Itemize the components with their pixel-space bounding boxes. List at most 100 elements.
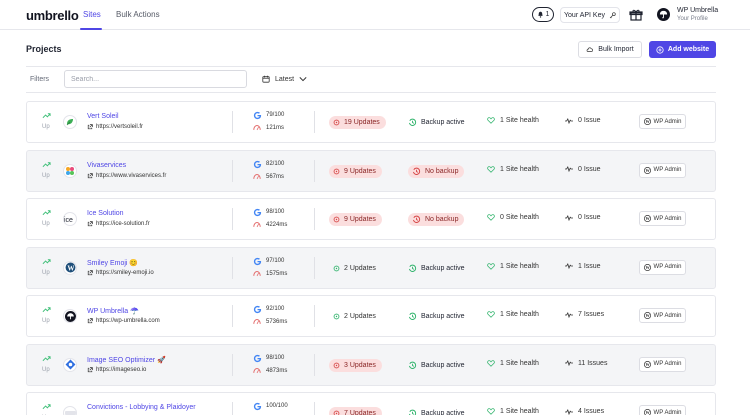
backup-status[interactable]: Backup active: [408, 310, 471, 323]
updates-badge[interactable]: 9 Updates: [329, 164, 382, 178]
updates-badge[interactable]: 2 Updates: [329, 262, 382, 275]
backup-status[interactable]: Backup active: [408, 359, 471, 372]
site-row[interactable]: Up ice Ice Solution https://ice-solution.fr…: [26, 198, 716, 240]
site-health[interactable]: 1 Site health: [487, 311, 539, 318]
backup-status[interactable]: No backup: [408, 213, 465, 226]
profile-name[interactable]: WP Umbrella: [677, 7, 718, 14]
wp-admin-label: WP Admin: [653, 312, 682, 319]
add-website-button[interactable]: Add website: [649, 41, 716, 58]
colorful-logo-icon: [65, 166, 75, 176]
issues-count[interactable]: 7 Issues: [565, 311, 604, 318]
column-divider: [232, 256, 233, 279]
profile-avatar[interactable]: [657, 8, 670, 21]
issues-count[interactable]: 0 Issue: [565, 166, 601, 173]
heart-icon: [487, 117, 495, 124]
gauge-icon: [253, 125, 261, 131]
updates-count: 2 Updates: [344, 313, 376, 320]
gift-icon[interactable]: [629, 9, 643, 21]
backup-status[interactable]: Backup active: [408, 407, 471, 415]
issues-count[interactable]: 1 Issue: [565, 263, 601, 270]
wp-admin-button[interactable]: W WP Admin: [639, 405, 686, 415]
updates-badge[interactable]: 9 Updates: [329, 213, 382, 226]
site-name-link[interactable]: Vivaservices: [87, 162, 126, 169]
updates-badge[interactable]: 7 Updates: [329, 407, 382, 415]
wp-admin-label: WP Admin: [653, 361, 682, 367]
backup-clock-icon: [412, 215, 421, 223]
wp-admin-label: WP Admin: [653, 215, 682, 222]
site-name-link[interactable]: Vert Soleil: [87, 113, 119, 120]
site-health[interactable]: 1 Site health: [487, 263, 539, 270]
tab-bulk-actions[interactable]: Bulk Actions: [116, 10, 160, 19]
external-link-icon: [87, 172, 93, 178]
backup-label: No backup: [425, 167, 459, 175]
column-divider: [314, 208, 315, 230]
site-url-link[interactable]: https://imageseo.io: [87, 367, 146, 373]
site-name-link[interactable]: Ice Solution: [87, 210, 124, 217]
issues-count[interactable]: 11 Issues: [565, 360, 607, 367]
issues-count[interactable]: 0 Issue: [565, 214, 601, 221]
site-health[interactable]: 1 Site health: [487, 360, 539, 367]
site-health[interactable]: 1 Site health: [487, 408, 539, 415]
backup-status[interactable]: Backup active: [408, 116, 471, 129]
updates-badge[interactable]: 19 Updates: [329, 116, 386, 129]
site-row[interactable]: Up WP Umbrella ☂️ https://wp-umbrella.com 9…: [26, 295, 716, 337]
site-health-label: 1 Site health: [500, 262, 539, 270]
issues-count[interactable]: 0 Issue: [565, 117, 601, 124]
response-time: 121ms: [266, 125, 285, 131]
site-health[interactable]: 0 Site health: [487, 214, 539, 221]
site-url-link[interactable]: https://smiley-emoji.io: [87, 270, 154, 276]
api-key-button[interactable]: Your API Key: [560, 7, 620, 23]
active-tab-indicator: [80, 28, 102, 30]
updates-badge[interactable]: 3 Updates: [329, 358, 382, 372]
site-name-link[interactable]: Smiley Emoji 😊: [87, 259, 138, 267]
bulk-import-label: Bulk Import: [598, 46, 634, 53]
site-name-link[interactable]: WP Umbrella ☂️: [87, 307, 139, 315]
wp-admin-button[interactable]: W WP Admin: [639, 162, 686, 178]
updates-badge[interactable]: 2 Updates: [329, 310, 382, 323]
calendar-icon: [262, 75, 270, 83]
wp-admin-button[interactable]: W WP Admin: [639, 114, 686, 129]
wp-admin-button[interactable]: W WP Admin: [639, 356, 686, 372]
site-favicon: W: [63, 260, 77, 275]
site-name-link[interactable]: Image SEO Optimizer 🚀: [87, 356, 166, 364]
wp-admin-button[interactable]: W WP Admin: [639, 259, 686, 275]
heart-icon: [487, 165, 495, 173]
cloud-upload-icon: [586, 47, 594, 52]
search-input[interactable]: [64, 70, 247, 88]
plus-circle-icon: [656, 45, 664, 54]
wp-admin-button[interactable]: W WP Admin: [639, 308, 686, 323]
site-row[interactable]: Up W Smiley Emoji 😊 https://smiley-emoji.io…: [26, 246, 716, 289]
app-logo[interactable]: umbrello: [26, 8, 79, 23]
column-divider: [232, 305, 233, 327]
google-logo-icon: [253, 208, 262, 217]
backup-status[interactable]: Backup active: [408, 262, 471, 275]
site-row[interactable]: Up Image SEO Optimizer 🚀 https://imageseo.…: [26, 343, 716, 386]
tab-sites[interactable]: Sites: [83, 10, 101, 19]
external-link-icon: [87, 124, 93, 130]
site-row[interactable]: Up Vert Soleil https://vertsoleil.fr 79/100…: [26, 101, 716, 143]
site-health[interactable]: 1 Site health: [487, 166, 539, 173]
site-row[interactable]: UpConvictions - Lobbying & Plaidoyer100/…: [26, 392, 716, 415]
site-url-link[interactable]: https://ice-solution.fr: [87, 221, 150, 227]
performance-score: 98/100: [266, 354, 285, 361]
backup-status[interactable]: No backup: [408, 164, 465, 178]
wordpress-icon: W: [643, 409, 651, 415]
performance-score: 79/100: [266, 112, 285, 118]
heart-icon: [487, 359, 495, 367]
site-url-link[interactable]: https://vertsoleil.fr: [87, 124, 143, 130]
notifications-button[interactable]: 1: [532, 7, 554, 22]
sort-dropdown[interactable]: Latest: [262, 75, 307, 83]
issues-count[interactable]: 4 Issues: [565, 408, 604, 415]
site-url-link[interactable]: https://www.vivaservices.fr: [87, 173, 166, 179]
issues-label: 0 Issue: [578, 165, 601, 173]
chevron-down-icon: [299, 77, 307, 82]
site-name-link[interactable]: Convictions - Lobbying & Plaidoyer: [87, 404, 196, 411]
site-url-link[interactable]: https://wp-umbrella.com: [87, 318, 160, 324]
uptime-status: Up: [42, 124, 50, 130]
site-row[interactable]: Up Vivaservices https://www.vivaservices.f…: [26, 149, 716, 192]
sort-label: Latest: [275, 75, 295, 83]
wp-admin-button[interactable]: W WP Admin: [639, 211, 686, 226]
response-time: 567ms: [266, 173, 285, 180]
bulk-import-button[interactable]: Bulk Import: [578, 41, 642, 58]
site-health[interactable]: 1 Site health: [487, 117, 539, 124]
